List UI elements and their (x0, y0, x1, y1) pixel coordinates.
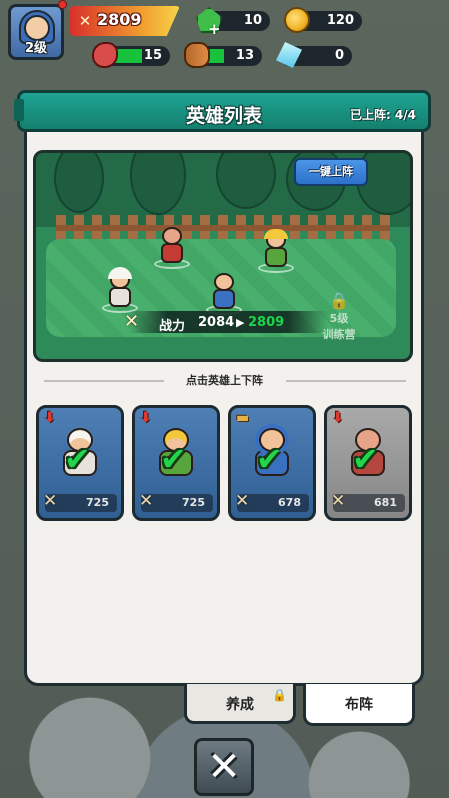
swords-icon: ✕ (78, 12, 92, 30)
hint-text: 点击英雄上下阵 (186, 374, 263, 387)
one-click-deploy-button[interactable]: 一键上阵 (294, 158, 368, 186)
hero-card[interactable]: ▬ ✔ ✕ 678 (228, 405, 316, 521)
hero-power-value: 725 (182, 496, 205, 509)
hero-sprite-swordsman[interactable] (102, 267, 138, 313)
gem-counter[interactable]: + 10 (196, 7, 270, 38)
power-label: 战力 (159, 319, 186, 334)
wood-count: 13 (235, 48, 254, 63)
hero-card[interactable]: ⬇ ✔ ✕ 681 (324, 405, 412, 521)
tab-formation[interactable]: 布阵 (303, 684, 415, 726)
tree (54, 153, 104, 213)
hero-power-value: 678 (278, 496, 301, 509)
hero-sprite-knight[interactable] (258, 229, 294, 273)
panel-header: 英雄列表 已上阵: 4/4 (14, 90, 431, 132)
hero-power-value: 681 (374, 496, 397, 509)
close-icon: ✕ (207, 744, 241, 790)
coin-counter[interactable]: 120 (284, 7, 362, 33)
power-old-value: 2084 (198, 315, 235, 330)
gem-count: 10 (243, 13, 262, 28)
check-icon: ✔ (160, 440, 187, 478)
hero-power-value: 725 (86, 496, 109, 509)
down-arrow-icon: ⬇ (44, 410, 56, 426)
player-power-value: 2809 (97, 10, 142, 29)
player-level: 2级 (24, 41, 48, 56)
meat-count: 15 (143, 48, 162, 63)
close-button[interactable]: ✕ (194, 738, 254, 796)
swords-icon: ✕ (331, 491, 346, 511)
hero-sprite-warrior[interactable] (154, 225, 190, 269)
gem-plus-sign: + (208, 20, 221, 38)
notification-dot (58, 0, 67, 9)
crystal-counter[interactable]: 0 (276, 42, 352, 68)
tab-cultivate[interactable]: 养成 🔒 (184, 684, 296, 724)
wood-icon (184, 42, 210, 68)
check-icon: ✔ (64, 440, 91, 478)
hero-power: ✕ 725 (43, 491, 117, 512)
book-icon: ▬ (236, 410, 250, 426)
hero-card[interactable]: ⬇ ✔ ✕ 725 (132, 405, 220, 521)
meat-icon (92, 42, 118, 68)
down-arrow-icon: ⬇ (140, 410, 152, 426)
power-new-value: 2809 (248, 315, 285, 330)
meat-counter[interactable]: 15 (92, 42, 170, 68)
hero-sprite-mage[interactable] (206, 270, 242, 315)
tab-formation-label: 布阵 (345, 697, 373, 713)
hero-power: ✕ 681 (331, 491, 405, 512)
tree (216, 153, 276, 209)
player-power-bar: ✕ 2809 (70, 6, 180, 36)
power-arrow-icon: ▶ (236, 316, 245, 329)
check-icon: ✔ (352, 440, 379, 478)
swords-icon: ✕ (139, 491, 154, 511)
player-avatar[interactable]: 2级 (8, 4, 64, 60)
down-arrow-icon: ⬇ (332, 410, 344, 426)
lock-icon: 🔒 (329, 291, 349, 310)
hero-card[interactable]: ⬇ ✔ ✕ 725 (36, 405, 124, 521)
swords-icon: ✕ (124, 311, 140, 332)
tree (130, 153, 186, 215)
hero-power: ✕ 678 (235, 491, 309, 512)
coin-count: 120 (326, 13, 354, 28)
wood-counter[interactable]: 13 (184, 42, 262, 68)
lock-icon: 🔒 (272, 688, 287, 702)
coin-icon (284, 7, 310, 33)
fence-rail (56, 225, 390, 231)
swords-icon: ✕ (235, 491, 250, 511)
check-icon: ✔ (256, 440, 283, 478)
crystal-count: 0 (334, 48, 344, 63)
deployed-count: 已上阵: 4/4 (349, 108, 416, 122)
swords-icon: ✕ (43, 491, 58, 511)
hero-power: ✕ 725 (139, 491, 213, 512)
